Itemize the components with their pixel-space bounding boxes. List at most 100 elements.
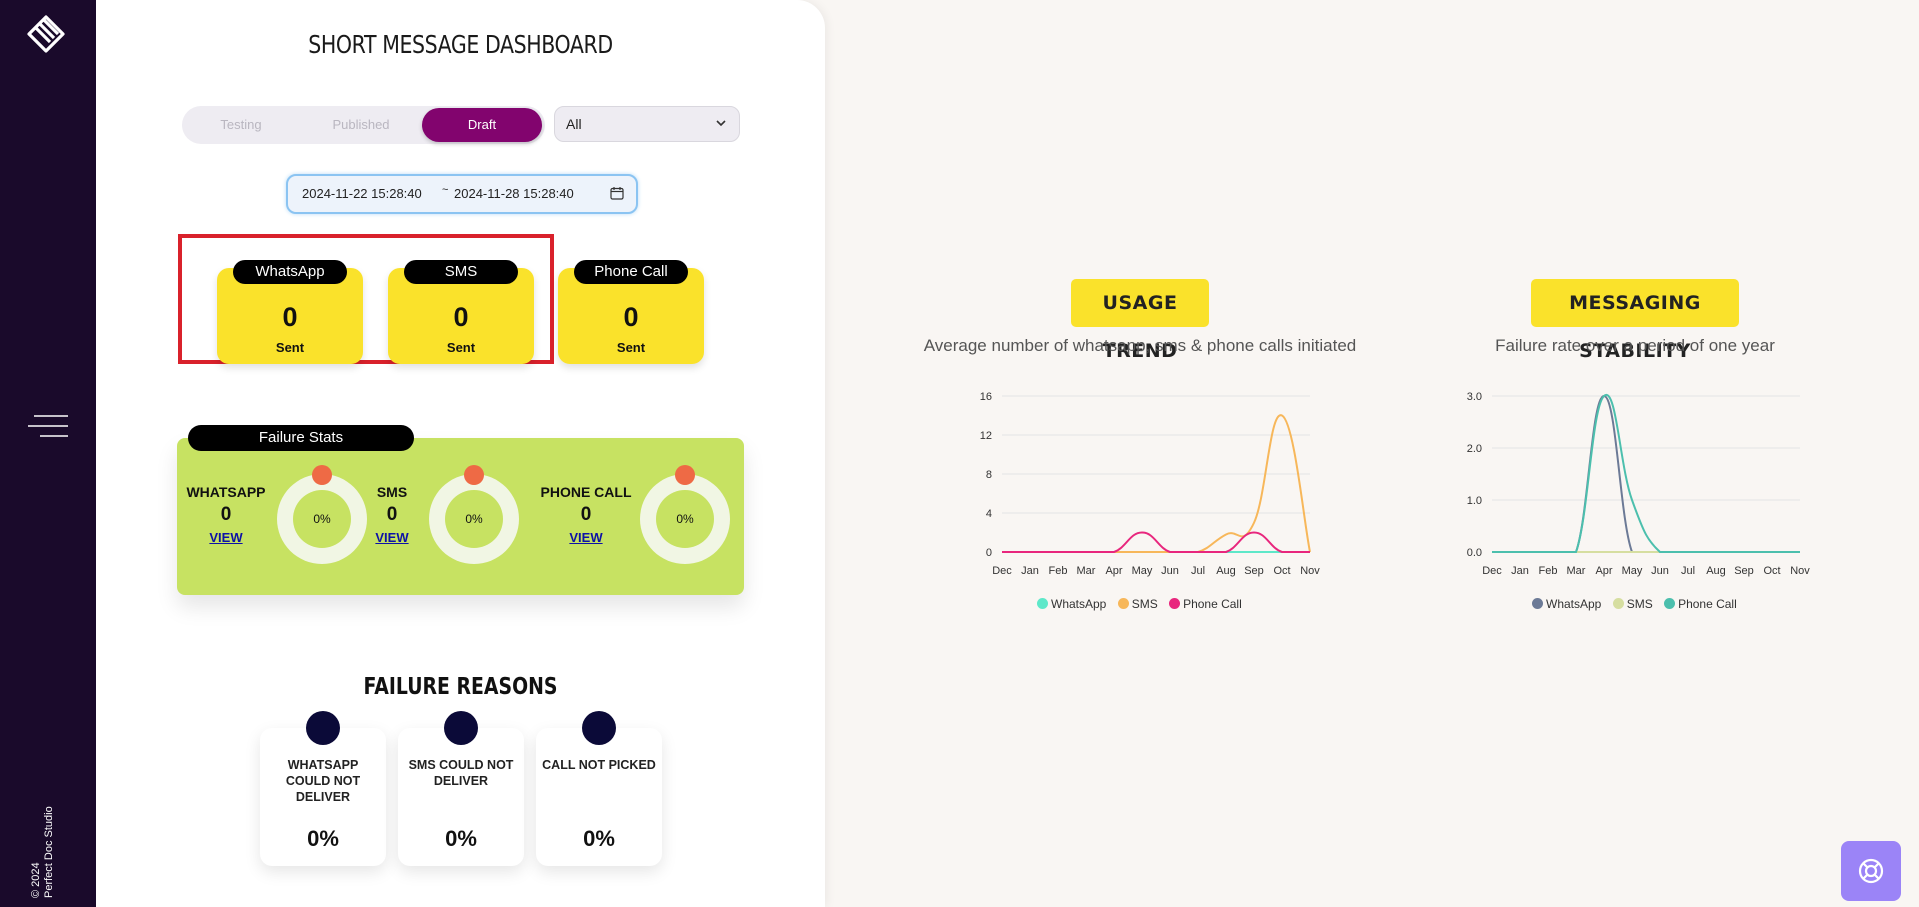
- help-button[interactable]: [1841, 841, 1901, 901]
- x-tick-label: Sep: [1734, 565, 1754, 577]
- x-tick-label: Oct: [1273, 565, 1290, 577]
- copyright-company: Perfect Doc Studio: [43, 806, 55, 898]
- y-tick-label: 3.0: [1467, 391, 1482, 403]
- legend-swatch: [1169, 598, 1181, 609]
- hamburger-menu-icon[interactable]: [28, 412, 68, 440]
- whatsapp-sent-count: 0: [282, 302, 298, 332]
- x-tick-label: Aug: [1706, 565, 1726, 577]
- phone-call-sent-count: 0: [623, 302, 639, 332]
- reason-whatsapp-dot: [306, 711, 340, 745]
- phone-call-sent-label: Sent: [616, 340, 646, 355]
- date-range-picker[interactable]: 2024-11-22 15:28:40 ~ 2024-11-28 15:28:4…: [286, 174, 638, 214]
- y-tick-label: 8: [986, 469, 992, 481]
- copyright: © 2024 Perfect Doc Studio: [30, 806, 56, 898]
- messaging-stability-subtitle: Failure rate over a period of one year: [1495, 336, 1775, 355]
- legend-item-sms[interactable]: SMS: [1612, 597, 1653, 611]
- x-tick-label: Aug: [1216, 565, 1236, 577]
- failure-whatsapp-name: WHATSAPP: [186, 484, 266, 500]
- progress-knob: [312, 465, 332, 485]
- failure-sms-donut: 0%: [429, 465, 519, 564]
- progress-knob: [464, 465, 484, 485]
- reason-sms-dot: [444, 711, 478, 745]
- reason-call-value: 0%: [583, 826, 615, 851]
- x-tick-label: Dec: [992, 565, 1012, 577]
- failure-phone-call-name: PHONE CALL: [540, 484, 632, 500]
- legend-item-phone-call[interactable]: Phone Call: [1664, 597, 1737, 611]
- legend-item-whatsapp[interactable]: WhatsApp: [1532, 597, 1601, 611]
- legend-swatch: [1037, 598, 1048, 609]
- failure-whatsapp-percent: 0%: [293, 490, 351, 548]
- x-tick-label: Apr: [1105, 565, 1122, 577]
- series-line-whatsapp: [1492, 394, 1800, 553]
- x-tick-label: Sep: [1244, 565, 1264, 577]
- progress-knob: [675, 465, 695, 485]
- status-tabs: Testing Published Draft: [182, 106, 545, 144]
- sms-sent-pill: SMS: [404, 260, 518, 284]
- messaging-stability-legend: WhatsApp SMS Phone Call: [1532, 597, 1745, 611]
- copyright-year: © 2024: [30, 862, 42, 898]
- x-tick-label: Jun: [1161, 565, 1179, 577]
- chevron-down-icon: [716, 120, 726, 127]
- usage-trend-legend: WhatsApp SMS Phone Call: [1037, 597, 1250, 611]
- legend-item-whatsapp[interactable]: WhatsApp: [1037, 597, 1106, 611]
- y-tick-label: 2.0: [1467, 443, 1482, 455]
- reason-call-label: CALL NOT PICKED: [542, 758, 656, 772]
- x-tick-label: Nov: [1790, 565, 1810, 577]
- legend-swatch: [1117, 598, 1129, 609]
- x-tick-label: May: [1622, 565, 1643, 577]
- failure-sms-view-link[interactable]: VIEW: [368, 530, 416, 545]
- x-tick-label: Oct: [1763, 565, 1780, 577]
- legend-label: WhatsApp: [1051, 597, 1107, 611]
- failure-whatsapp-donut: 0%: [277, 465, 367, 564]
- x-tick-label: Jul: [1191, 565, 1205, 577]
- failure-whatsapp-view-link[interactable]: VIEW: [180, 530, 272, 545]
- date-separator: ~: [442, 184, 449, 196]
- tab-testing[interactable]: Testing: [184, 108, 298, 142]
- reason-whatsapp-value: 0%: [307, 826, 339, 851]
- messaging-stability-chart: 0.0 1.0 2.0 3.0 Dec Jan Feb Mar Apr May Jun Jul Aug S…: [1467, 391, 1811, 577]
- failure-sms-name: SMS: [376, 484, 408, 500]
- page-title: SHORT MESSAGE DASHBOARD: [308, 30, 613, 59]
- x-tick-label: May: [1132, 565, 1153, 577]
- failure-reasons-title: FAILURE REASONS: [363, 674, 558, 700]
- reason-whatsapp-card: WHATSAPP COULD NOT DELIVER 0%: [260, 728, 386, 866]
- legend-swatch: [1612, 598, 1624, 609]
- failure-phone-call-view-link[interactable]: VIEW: [526, 530, 646, 545]
- date-from: 2024-11-22 15:28:40: [302, 186, 422, 201]
- y-tick-label: 1.0: [1467, 495, 1482, 507]
- channel-select[interactable]: All: [554, 106, 740, 142]
- x-tick-label: Jan: [1511, 565, 1529, 577]
- tab-draft[interactable]: Draft: [422, 108, 542, 142]
- legend-swatch: [1664, 598, 1676, 609]
- x-tick-label: Feb: [1049, 565, 1068, 577]
- date-to: 2024-11-28 15:28:40: [454, 186, 574, 201]
- legend-label: Phone Call: [1678, 597, 1737, 611]
- x-tick-label: Feb: [1539, 565, 1558, 577]
- sms-sent-count: 0: [453, 302, 469, 332]
- legend-label: Phone Call: [1183, 597, 1242, 611]
- sms-sent-label: Sent: [446, 340, 476, 355]
- x-tick-label: Apr: [1595, 565, 1612, 577]
- stacked-layers-logo-icon[interactable]: [26, 14, 66, 54]
- usage-trend-badge: USAGE TREND: [1071, 279, 1209, 362]
- y-tick-label: 4: [986, 508, 992, 520]
- lifebuoy-help-icon: [1858, 858, 1884, 884]
- usage-trend-subtitle: Average number of whatsapp, sms & phone …: [923, 336, 1357, 355]
- y-tick-label: 16: [980, 391, 992, 403]
- series-line-phone-call: [1002, 531, 1310, 553]
- failure-phone-call-value: 0: [580, 504, 592, 525]
- calendar-icon: [610, 187, 624, 200]
- y-tick-label: 0: [986, 547, 992, 559]
- reason-call-dot: [582, 711, 616, 745]
- reason-whatsapp-label: WHATSAPP COULD NOT DELIVER: [285, 758, 361, 804]
- reason-call-card: CALL NOT PICKED 0%: [536, 728, 662, 866]
- y-tick-label: 0.0: [1467, 547, 1482, 559]
- legend-item-phone-call[interactable]: Phone Call: [1169, 597, 1242, 611]
- legend-item-sms[interactable]: SMS: [1117, 597, 1158, 611]
- x-tick-label: Mar: [1567, 565, 1586, 577]
- failure-phone-call-donut: 0%: [640, 465, 730, 564]
- failure-sms-value: 0: [386, 504, 398, 525]
- legend-label: WhatsApp: [1546, 597, 1602, 611]
- dashboard-panel: SHORT MESSAGE DASHBOARD Testing Publishe…: [96, 0, 825, 907]
- tab-published[interactable]: Published: [304, 108, 418, 142]
